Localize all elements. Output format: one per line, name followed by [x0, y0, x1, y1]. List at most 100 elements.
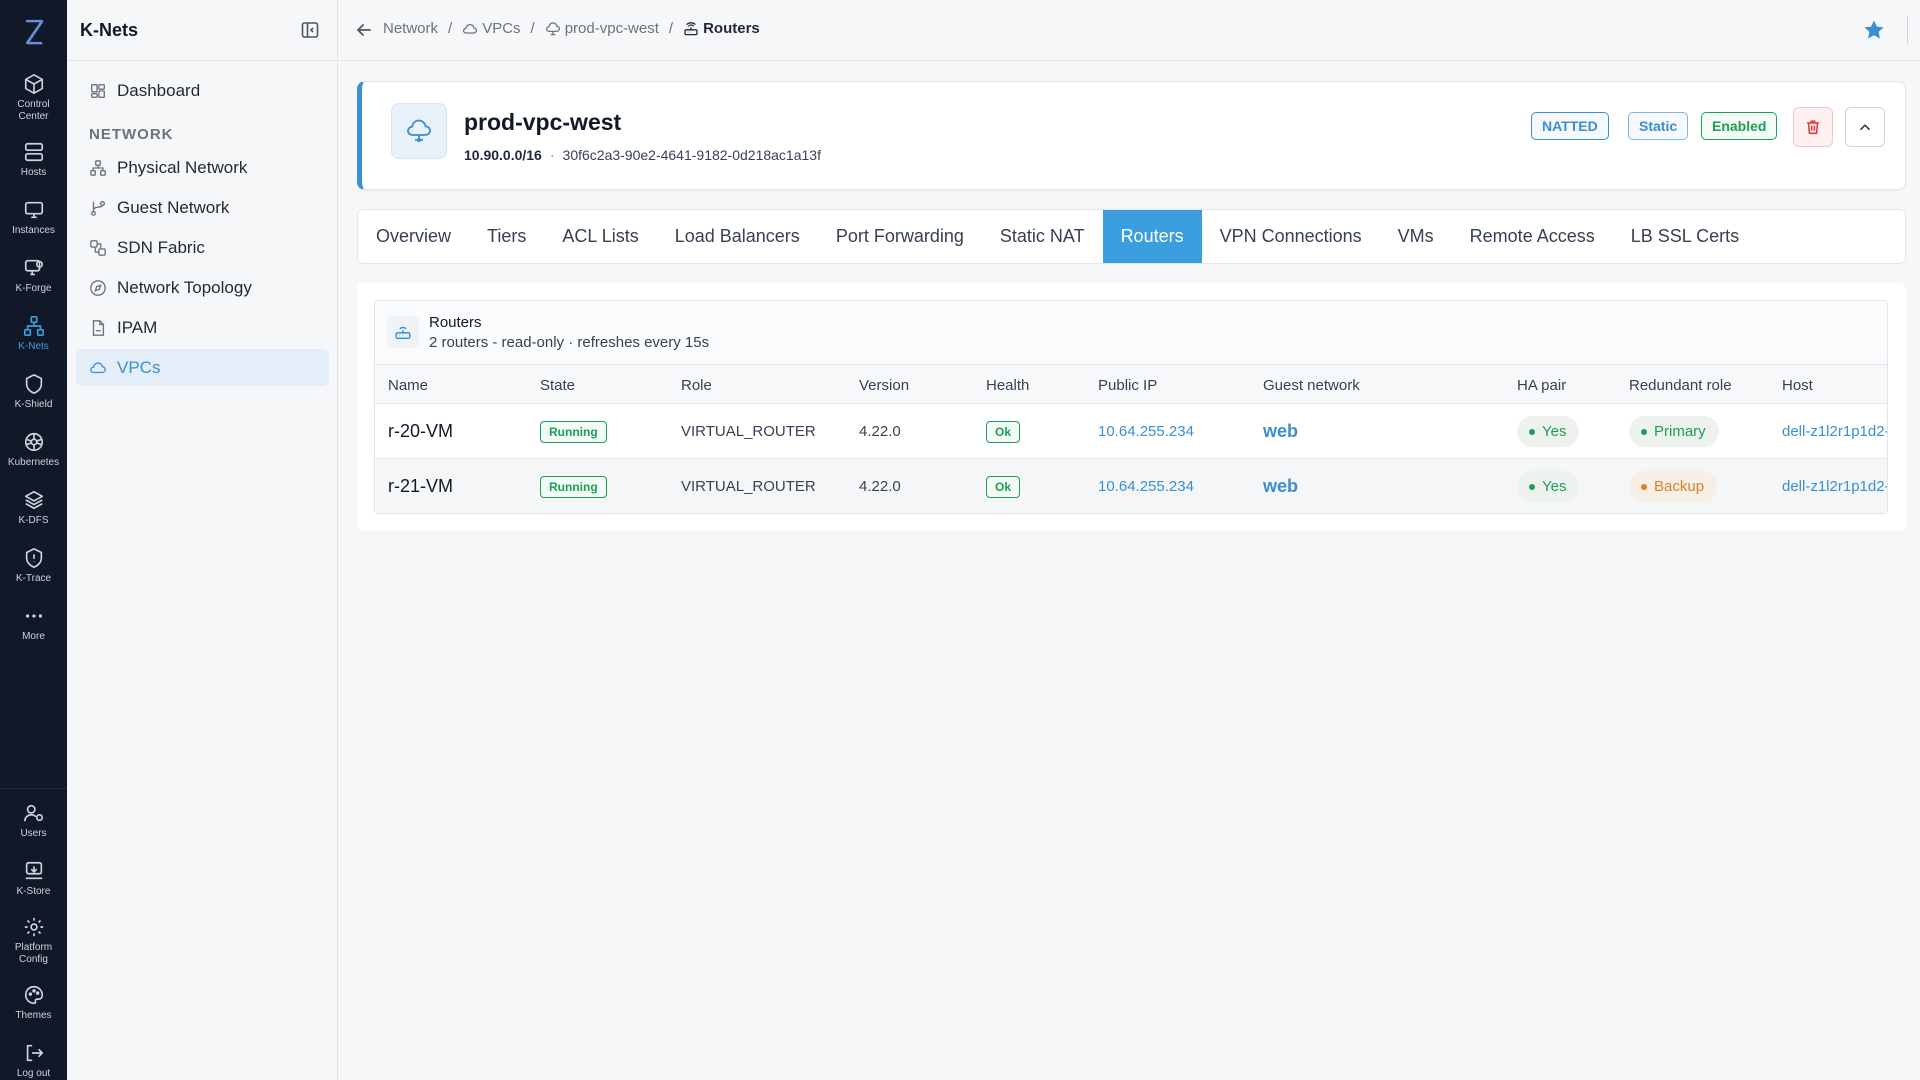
tab-static-nat[interactable]: Static NAT	[982, 210, 1103, 263]
health-cell: Ok	[986, 459, 1021, 513]
rail-item-hosts[interactable]: Hosts	[0, 141, 67, 179]
back-arrow-icon[interactable]	[354, 20, 374, 40]
tab-lb-ssl-certs[interactable]: LB SSL Certs	[1613, 210, 1757, 263]
col-version[interactable]: Version	[859, 377, 909, 394]
breadcrumb-vpc[interactable]: prod-vpc-west	[545, 20, 659, 37]
state-badge: Running	[540, 475, 607, 498]
col-host[interactable]: Host	[1782, 377, 1813, 394]
rail-item-k-trace[interactable]: K-Trace	[0, 547, 67, 585]
tab-routers[interactable]: Routers	[1102, 210, 1202, 263]
status-dot	[1641, 428, 1647, 435]
col-public-ip[interactable]: Public IP	[1098, 377, 1157, 394]
collapse-card-button[interactable]	[1845, 107, 1885, 147]
col-ha-pair[interactable]: HA pair	[1517, 377, 1566, 394]
rail-item-control-center[interactable]: Control Center	[0, 73, 67, 123]
sidebar-item-vpcs[interactable]: VPCs	[76, 349, 329, 386]
rail-label: Kubernetes	[7, 457, 60, 468]
gear-icon	[24, 917, 43, 937]
redundant-role-cell: Primary	[1629, 404, 1719, 459]
tab-tiers[interactable]: Tiers	[469, 210, 544, 263]
sidebar-item-physical-network[interactable]: Physical Network	[76, 149, 329, 186]
rail-item-kubernetes[interactable]: Kubernetes	[0, 431, 67, 469]
rail-label: More	[22, 631, 45, 642]
top-bar: Network / VPCs / prod-vpc-west / Routers	[338, 0, 1920, 61]
tab-acl-lists[interactable]: ACL Lists	[544, 210, 656, 263]
tab-vpn-connections[interactable]: VPN Connections	[1202, 210, 1380, 263]
rail-item-k-forge[interactable]: K-Forge	[0, 257, 67, 295]
redundant-role-value: Backup	[1654, 478, 1705, 495]
delete-vpc-button[interactable]	[1793, 107, 1833, 147]
rail-item-k-nets[interactable]: K-Nets	[0, 315, 67, 353]
col-name[interactable]: Name	[388, 377, 428, 394]
rail-item-instances[interactable]: Instances	[0, 199, 67, 237]
rail-label: Control Center	[17, 99, 50, 122]
breadcrumb: Network / VPCs / prod-vpc-west / Routers	[383, 20, 760, 37]
forge-icon	[24, 259, 43, 276]
rail-label: Instances	[12, 225, 55, 236]
host-link[interactable]: dell-z1l2r1p1d2-	[1782, 404, 1887, 459]
tab-port-forwarding[interactable]: Port Forwarding	[818, 210, 982, 263]
ha-pair-cell: Yes	[1517, 404, 1580, 459]
col-state[interactable]: State	[540, 377, 575, 394]
tab-remote-access[interactable]: Remote Access	[1452, 210, 1613, 263]
col-health[interactable]: Health	[986, 377, 1029, 394]
rail-label: Users	[20, 828, 47, 839]
breadcrumb-network[interactable]: Network	[383, 20, 438, 37]
ha-pair-value: Yes	[1542, 478, 1567, 495]
rail-item-more[interactable]: More	[0, 605, 67, 643]
col-redundant-role[interactable]: Redundant role	[1629, 377, 1732, 394]
breadcrumb-label: prod-vpc-west	[564, 20, 659, 37]
col-role[interactable]: Role	[681, 377, 712, 394]
host-link[interactable]: dell-z1l2r1p1d2-	[1782, 459, 1887, 513]
rail-label: K-Forge	[15, 283, 52, 294]
compass-icon	[90, 279, 106, 296]
rail-item-k-store[interactable]: K-Store	[0, 860, 67, 898]
favorite-star-icon[interactable]	[1862, 18, 1886, 42]
table-row[interactable]: r-21-VM Running VIRTUAL_ROUTER 4.22.0 Ok…	[375, 459, 1887, 513]
guest-network-link[interactable]: web	[1263, 459, 1298, 513]
router-name[interactable]: r-21-VM	[388, 459, 453, 513]
public-ip-link[interactable]: 10.64.255.234	[1098, 404, 1194, 459]
fabric-icon	[90, 239, 106, 256]
vpc-name: prod-vpc-west	[464, 109, 622, 135]
rail-item-log-out[interactable]: Log out	[0, 1042, 67, 1080]
rail-item-k-shield[interactable]: K-Shield	[0, 373, 67, 411]
sidebar-item-dashboard[interactable]: Dashboard	[76, 72, 329, 109]
router-role: VIRTUAL_ROUTER	[681, 478, 816, 495]
vpc-meta: 10.90.0.0/16 · 30f6c2a3-90e2-4641-9182-0…	[464, 147, 821, 163]
sidebar-collapse-icon[interactable]	[300, 20, 320, 40]
router-name[interactable]: r-20-VM	[388, 404, 453, 459]
store-icon	[25, 861, 42, 880]
sidebar-item-guest-network[interactable]: Guest Network	[76, 189, 329, 226]
palette-icon	[24, 985, 43, 1005]
ha-pair-cell: Yes	[1517, 459, 1580, 513]
table-column-headers: Name State Role Version Health Public IP…	[375, 365, 1887, 404]
rail-item-users[interactable]: Users	[0, 802, 67, 840]
rail-label: Themes	[15, 1010, 52, 1021]
chevron-up-icon	[1860, 124, 1870, 131]
rail-item-platform-config[interactable]: Platform Config	[0, 916, 67, 966]
table-row[interactable]: r-20-VM Running VIRTUAL_ROUTER 4.22.0 Ok…	[375, 404, 1887, 459]
rail-label: Log out	[16, 1068, 51, 1079]
kubernetes-icon	[24, 432, 43, 452]
tab-vms[interactable]: VMs	[1380, 210, 1452, 263]
app-logo[interactable]	[0, 12, 67, 52]
guest-network-link[interactable]: web	[1263, 404, 1298, 459]
tab-overview[interactable]: Overview	[358, 210, 469, 263]
sidebar-item-network-topology[interactable]: Network Topology	[76, 269, 329, 306]
rail-label: K-Trace	[15, 573, 52, 584]
col-guest-network[interactable]: Guest network	[1263, 377, 1360, 394]
rail-item-k-dfs[interactable]: K-DFS	[0, 489, 67, 527]
enabled-badge: Enabled	[1701, 112, 1778, 140]
branch-icon	[91, 200, 105, 216]
redundant-role-value: Primary	[1654, 423, 1706, 440]
router-role: VIRTUAL_ROUTER	[681, 423, 816, 440]
sidebar-item-ipam[interactable]: IPAM	[76, 309, 329, 346]
meta-separator: ·	[549, 147, 555, 163]
tab-load-balancers[interactable]: Load Balancers	[657, 210, 818, 263]
state-cell: Running	[540, 404, 607, 459]
public-ip-link[interactable]: 10.64.255.234	[1098, 459, 1194, 513]
sidebar-item-sdn-fabric[interactable]: SDN Fabric	[76, 229, 329, 266]
breadcrumb-vpcs[interactable]: VPCs	[462, 20, 521, 37]
rail-item-themes[interactable]: Themes	[0, 984, 67, 1022]
